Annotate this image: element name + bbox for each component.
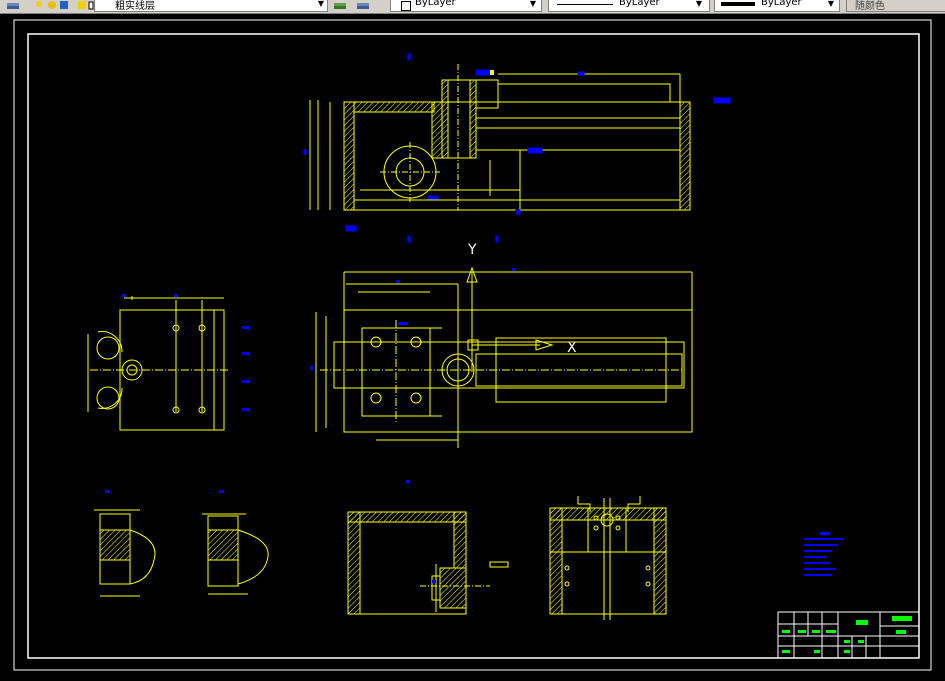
lineweight-dropdown[interactable]: ByLayer (714, 0, 840, 12)
chevron-down-icon[interactable]: ▼ (528, 0, 538, 10)
title-block-text (782, 616, 912, 653)
axis-labels: Y X (467, 242, 577, 356)
properties-toolbar: 粗实线层 ▼ ByLayer ▼ ByLayer ▼ ByLayer ▼ 随颜色 (0, 0, 945, 14)
plotstyle-value: 随颜色 (855, 1, 885, 12)
color-value: ByLayer (415, 0, 456, 8)
linetype-preview-icon (557, 4, 613, 5)
linetype-value: ByLayer (619, 0, 660, 8)
lineweight-value: ByLayer (761, 0, 802, 8)
detail-dims (105, 480, 410, 493)
side-view (87, 296, 230, 431)
side-view-dims (122, 294, 250, 411)
y-axis-label: Y (467, 242, 477, 258)
top-view (315, 266, 693, 448)
chevron-down-icon[interactable]: ▼ (826, 0, 836, 10)
layer-name: 粗实线层 (115, 1, 155, 12)
drawing-canvas[interactable]: Y X (0, 14, 945, 677)
section-view-a (347, 511, 490, 615)
top-view-dims (310, 268, 516, 370)
cad-drawing: Y X (13, 19, 932, 671)
x-axis-label: X (567, 340, 577, 356)
section-view-b (549, 496, 667, 620)
technical-notes (804, 532, 844, 576)
front-view (309, 64, 691, 211)
color-swatch-icon (401, 1, 411, 11)
chevron-down-icon[interactable]: ▼ (694, 0, 704, 10)
detail-view-2 (202, 513, 269, 595)
linetype-dropdown[interactable]: ByLayer (548, 0, 710, 12)
lineweight-preview-icon (721, 2, 755, 6)
make-current-layer-icon[interactable] (333, 0, 347, 12)
layer-manager-icon[interactable] (6, 0, 20, 11)
layer-state-icons[interactable] (34, 0, 94, 12)
chevron-down-icon[interactable]: ▼ (316, 0, 326, 10)
color-dropdown[interactable]: ByLayer (390, 0, 542, 12)
front-view-dims (303, 53, 731, 243)
plotstyle-dropdown[interactable]: 随颜色 (846, 0, 945, 12)
layer-previous-icon[interactable] (356, 0, 370, 12)
detail-view-1 (94, 509, 156, 597)
layer-dropdown[interactable]: 粗实线层 (94, 0, 328, 12)
